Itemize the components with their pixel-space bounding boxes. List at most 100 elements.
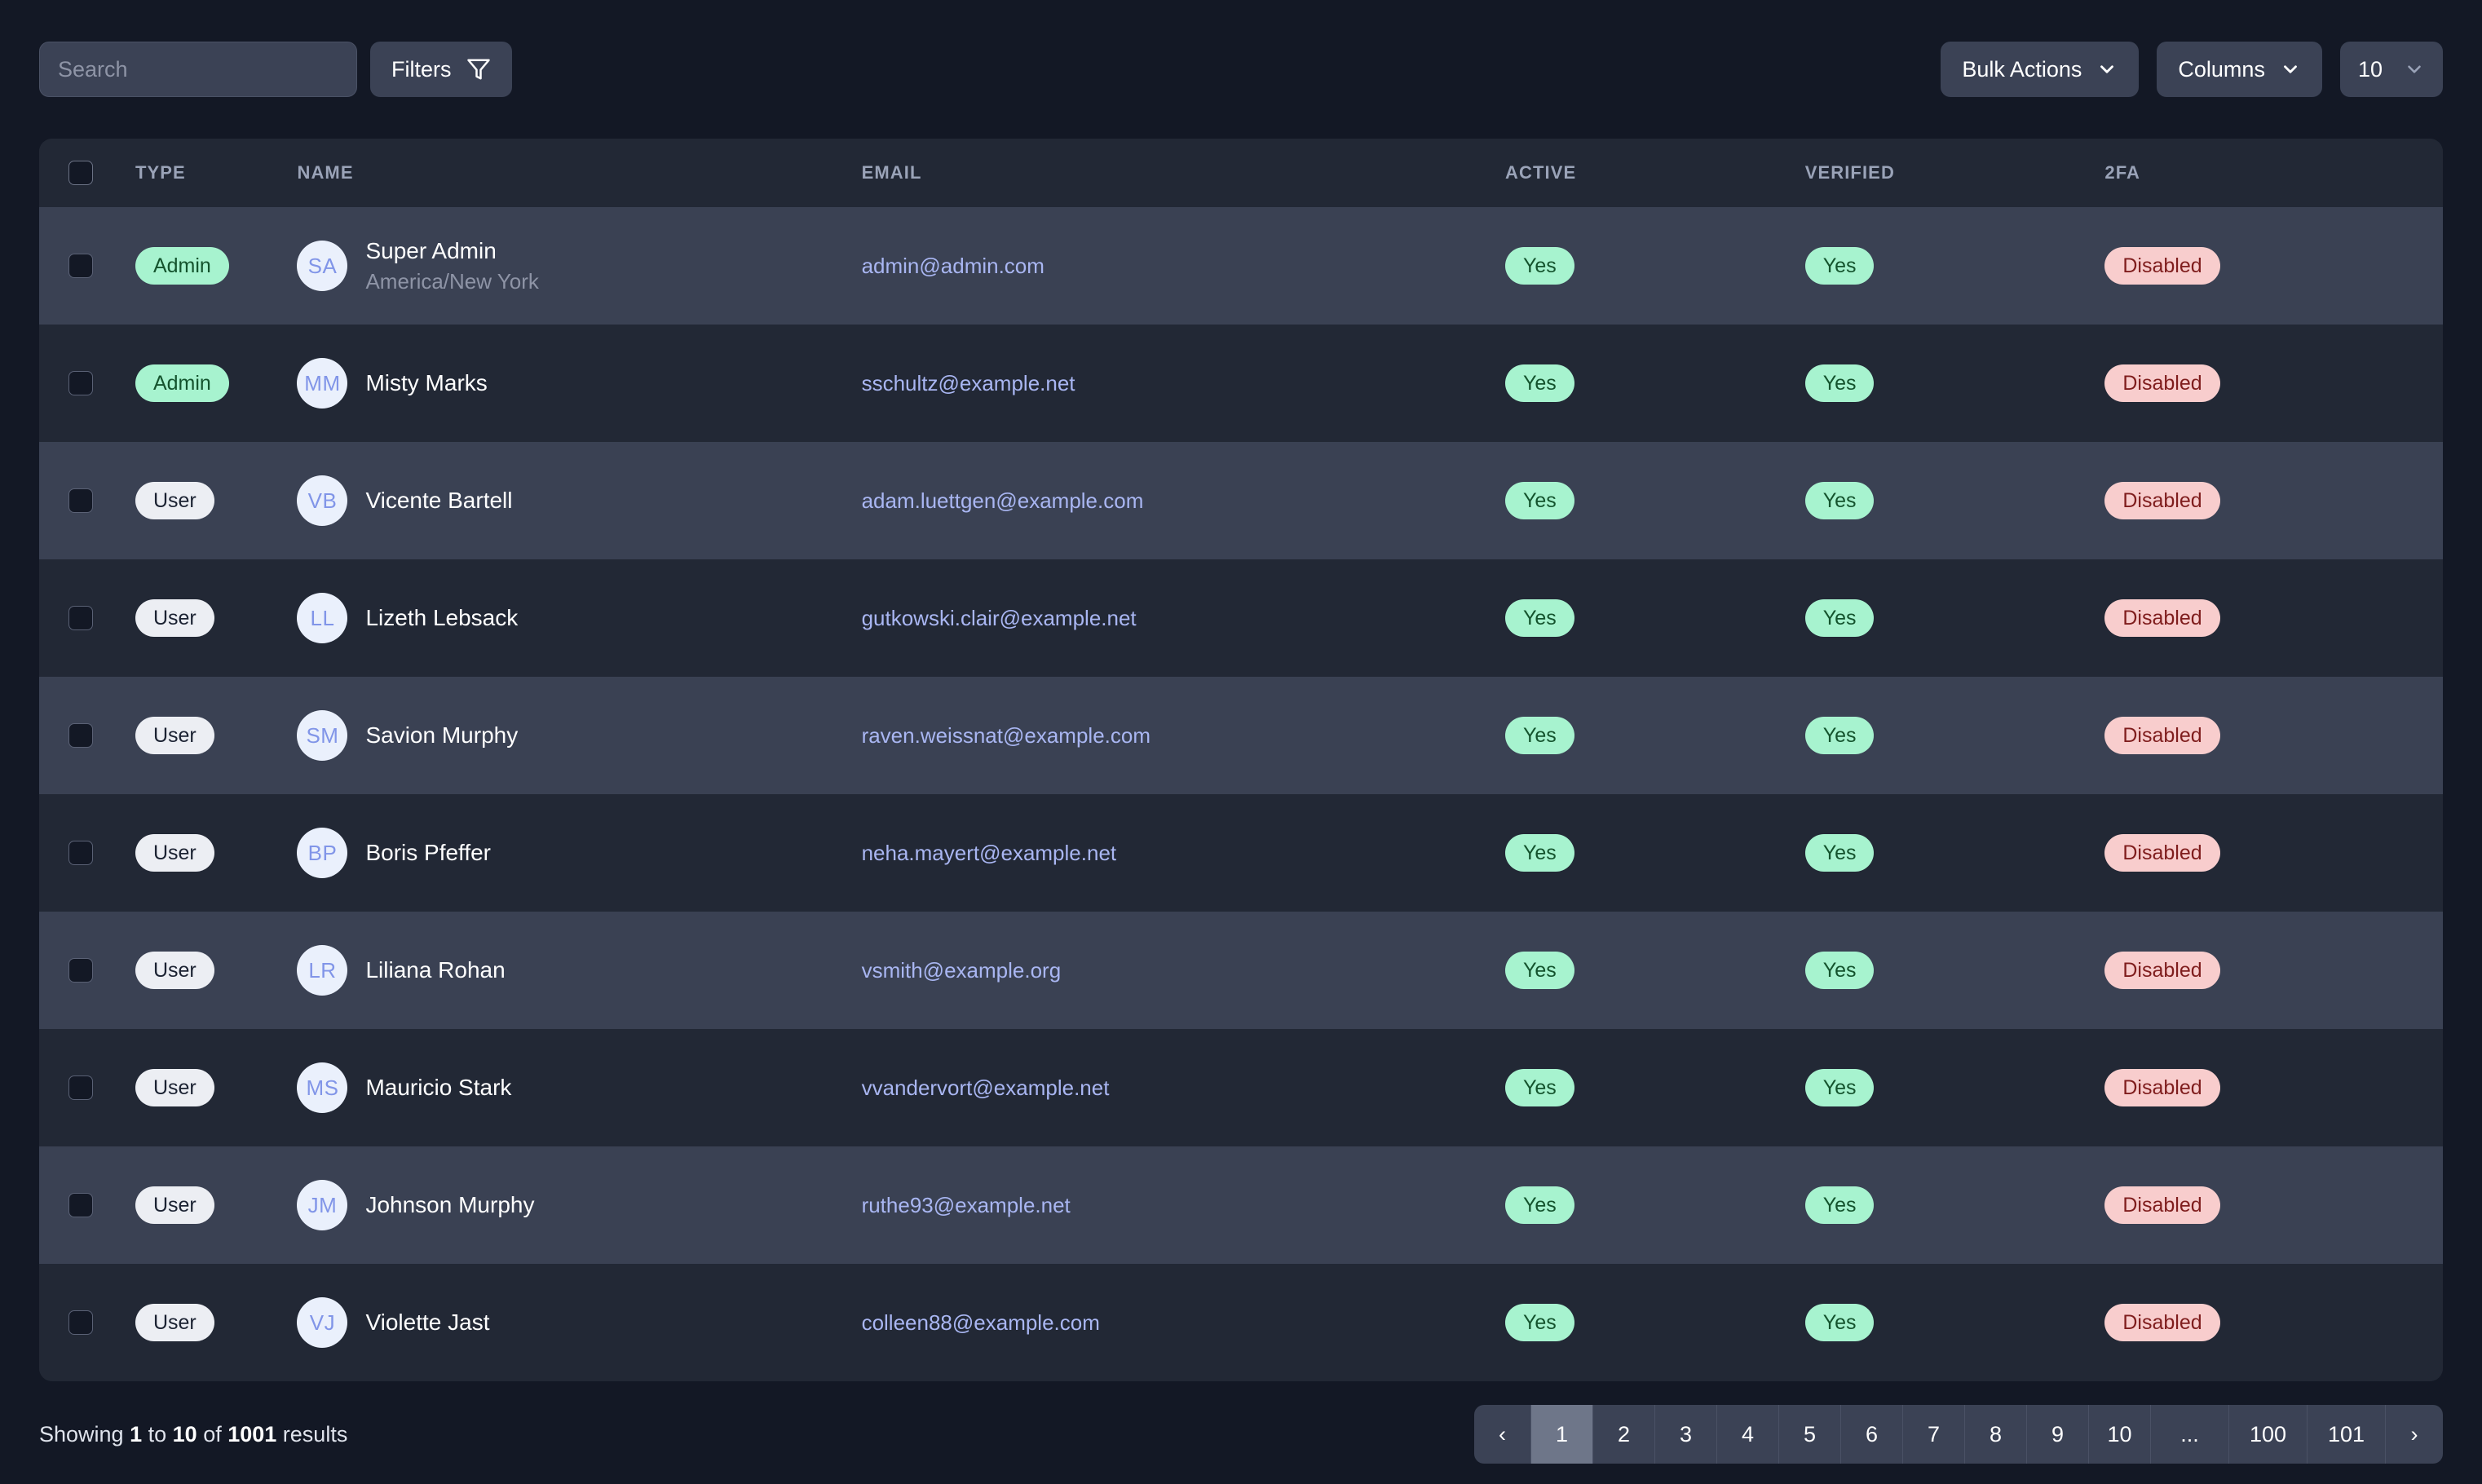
chevron-down-icon (2404, 59, 2425, 80)
email-link[interactable]: raven.weissnat@example.com (862, 723, 1150, 748)
row-checkbox[interactable] (68, 1075, 93, 1100)
email-link[interactable]: adam.luettgen@example.com (862, 488, 1144, 513)
pagination-page-101[interactable]: 101 (2308, 1405, 2386, 1464)
email-link[interactable]: ruthe93@example.net (862, 1193, 1071, 1217)
row-checkbox[interactable] (68, 1193, 93, 1217)
email-link[interactable]: vsmith@example.org (862, 958, 1062, 983)
email-link[interactable]: neha.mayert@example.net (862, 841, 1117, 865)
table-row[interactable]: User BP Boris Pfeffer neha.mayert@exampl… (39, 794, 2443, 912)
row-2fa-cell: Disabled (2090, 442, 2443, 559)
row-2fa-cell: Disabled (2090, 1264, 2443, 1381)
users-table-card: TYPE NAME EMAIL ACTIVE VERIFIED 2FA Admi… (39, 139, 2443, 1381)
active-badge: Yes (1505, 482, 1574, 519)
bulk-actions-dropdown[interactable]: Bulk Actions (1941, 42, 2140, 97)
pagination-page-3[interactable]: 3 (1655, 1405, 1717, 1464)
pagination-page-7[interactable]: 7 (1903, 1405, 1965, 1464)
table-row[interactable]: User JM Johnson Murphy ruthe93@example.n… (39, 1146, 2443, 1264)
row-2fa-cell: Disabled (2090, 912, 2443, 1029)
table-row[interactable]: User VB Vicente Bartell adam.luettgen@ex… (39, 442, 2443, 559)
header-type[interactable]: TYPE (125, 139, 283, 207)
table-row[interactable]: User SM Savion Murphy raven.weissnat@exa… (39, 677, 2443, 794)
type-badge: User (135, 952, 214, 989)
pagination-next-button[interactable]: › (2386, 1405, 2443, 1464)
twofa-badge: Disabled (2104, 482, 2220, 519)
table-row[interactable]: Admin MM Misty Marks sschultz@example.ne… (39, 325, 2443, 442)
columns-dropdown[interactable]: Columns (2157, 42, 2322, 97)
row-active-cell: Yes (1491, 794, 1791, 912)
row-active-cell: Yes (1491, 1146, 1791, 1264)
pagination-page-100[interactable]: 100 (2229, 1405, 2308, 1464)
row-name: Boris Pfeffer (365, 840, 492, 865)
row-type-cell: User (126, 912, 282, 1029)
table-row[interactable]: User MS Mauricio Stark vvandervort@examp… (39, 1029, 2443, 1146)
table-row[interactable]: Admin SA Super Admin America/New York ad… (39, 207, 2443, 325)
toolbar-left-group: Filters (39, 42, 512, 97)
row-timezone: America/New York (365, 268, 539, 294)
row-select-cell (39, 559, 126, 677)
pagination-page-4[interactable]: 4 (1717, 1405, 1779, 1464)
row-verified-cell: Yes (1791, 207, 2091, 325)
page-size-dropdown[interactable]: 10 (2339, 42, 2443, 97)
toolbar-right-group: Bulk Actions Columns 10 (1941, 42, 2443, 97)
table-header-row: TYPE NAME EMAIL ACTIVE VERIFIED 2FA (39, 139, 2443, 207)
row-verified-cell: Yes (1791, 1146, 2091, 1264)
pagination-page-10[interactable]: 10 (2089, 1405, 2151, 1464)
pagination-page-1[interactable]: 1 (1531, 1405, 1593, 1464)
header-2fa[interactable]: 2FA (2090, 139, 2443, 207)
avatar: MS (297, 1062, 348, 1113)
pagination-prev-button[interactable]: ‹ (1474, 1405, 1531, 1464)
row-checkbox[interactable] (68, 488, 93, 513)
row-checkbox[interactable] (68, 723, 93, 748)
row-name: Mauricio Stark (365, 1075, 512, 1100)
row-email-cell: sschultz@example.net (847, 325, 1491, 442)
active-badge: Yes (1505, 1069, 1574, 1106)
active-badge: Yes (1505, 834, 1574, 872)
row-checkbox[interactable] (68, 254, 93, 278)
filters-button[interactable]: Filters (370, 42, 512, 97)
row-checkbox[interactable] (68, 841, 93, 865)
header-select-all-cell (39, 139, 126, 207)
email-link[interactable]: sschultz@example.net (862, 371, 1075, 395)
row-checkbox[interactable] (68, 371, 93, 395)
pagination-ellipsis[interactable]: ... (2151, 1405, 2229, 1464)
row-email-cell: gutkowski.clair@example.net (847, 559, 1491, 677)
row-checkbox[interactable] (68, 1310, 93, 1335)
email-link[interactable]: vvandervort@example.net (862, 1075, 1110, 1100)
verified-badge: Yes (1804, 717, 1875, 754)
pagination-page-2[interactable]: 2 (1593, 1405, 1655, 1464)
search-input[interactable] (39, 42, 357, 97)
row-checkbox[interactable] (68, 606, 93, 630)
select-all-checkbox[interactable] (68, 161, 93, 185)
row-name: Super Admin (365, 237, 497, 263)
pagination-page-8[interactable]: 8 (1965, 1405, 2027, 1464)
table-row[interactable]: User LR Liliana Rohan vsmith@example.org… (39, 912, 2443, 1029)
email-link[interactable]: colleen88@example.com (862, 1310, 1100, 1335)
twofa-badge: Disabled (2104, 1186, 2220, 1224)
row-checkbox[interactable] (68, 958, 93, 983)
row-name: Johnson Murphy (365, 1192, 535, 1217)
row-2fa-cell: Disabled (2090, 677, 2443, 794)
pagination-page-9[interactable]: 9 (2027, 1405, 2089, 1464)
email-link[interactable]: gutkowski.clair@example.net (862, 606, 1137, 630)
header-email[interactable]: EMAIL (846, 139, 1491, 207)
row-verified-cell: Yes (1791, 677, 2091, 794)
row-email-cell: neha.mayert@example.net (847, 794, 1491, 912)
header-active[interactable]: ACTIVE (1491, 139, 1791, 207)
bulk-actions-label: Bulk Actions (1962, 56, 2082, 82)
table-row[interactable]: User VJ Violette Jast colleen88@example.… (39, 1264, 2443, 1381)
pagination-page-6[interactable]: 6 (1841, 1405, 1903, 1464)
results-suffix: results (276, 1421, 348, 1446)
twofa-badge: Disabled (2104, 1304, 2220, 1341)
avatar: MM (297, 358, 348, 409)
email-link[interactable]: admin@admin.com (862, 254, 1044, 278)
row-name: Liliana Rohan (365, 957, 506, 983)
header-verified[interactable]: VERIFIED (1790, 139, 2091, 207)
row-verified-cell: Yes (1791, 442, 2091, 559)
verified-badge: Yes (1804, 952, 1875, 989)
twofa-badge: Disabled (2104, 717, 2220, 754)
row-select-cell (39, 1264, 126, 1381)
header-name[interactable]: NAME (282, 139, 847, 207)
results-mid: to (142, 1421, 173, 1446)
pagination-page-5[interactable]: 5 (1779, 1405, 1841, 1464)
table-row[interactable]: User LL Lizeth Lebsack gutkowski.clair@e… (39, 559, 2443, 677)
